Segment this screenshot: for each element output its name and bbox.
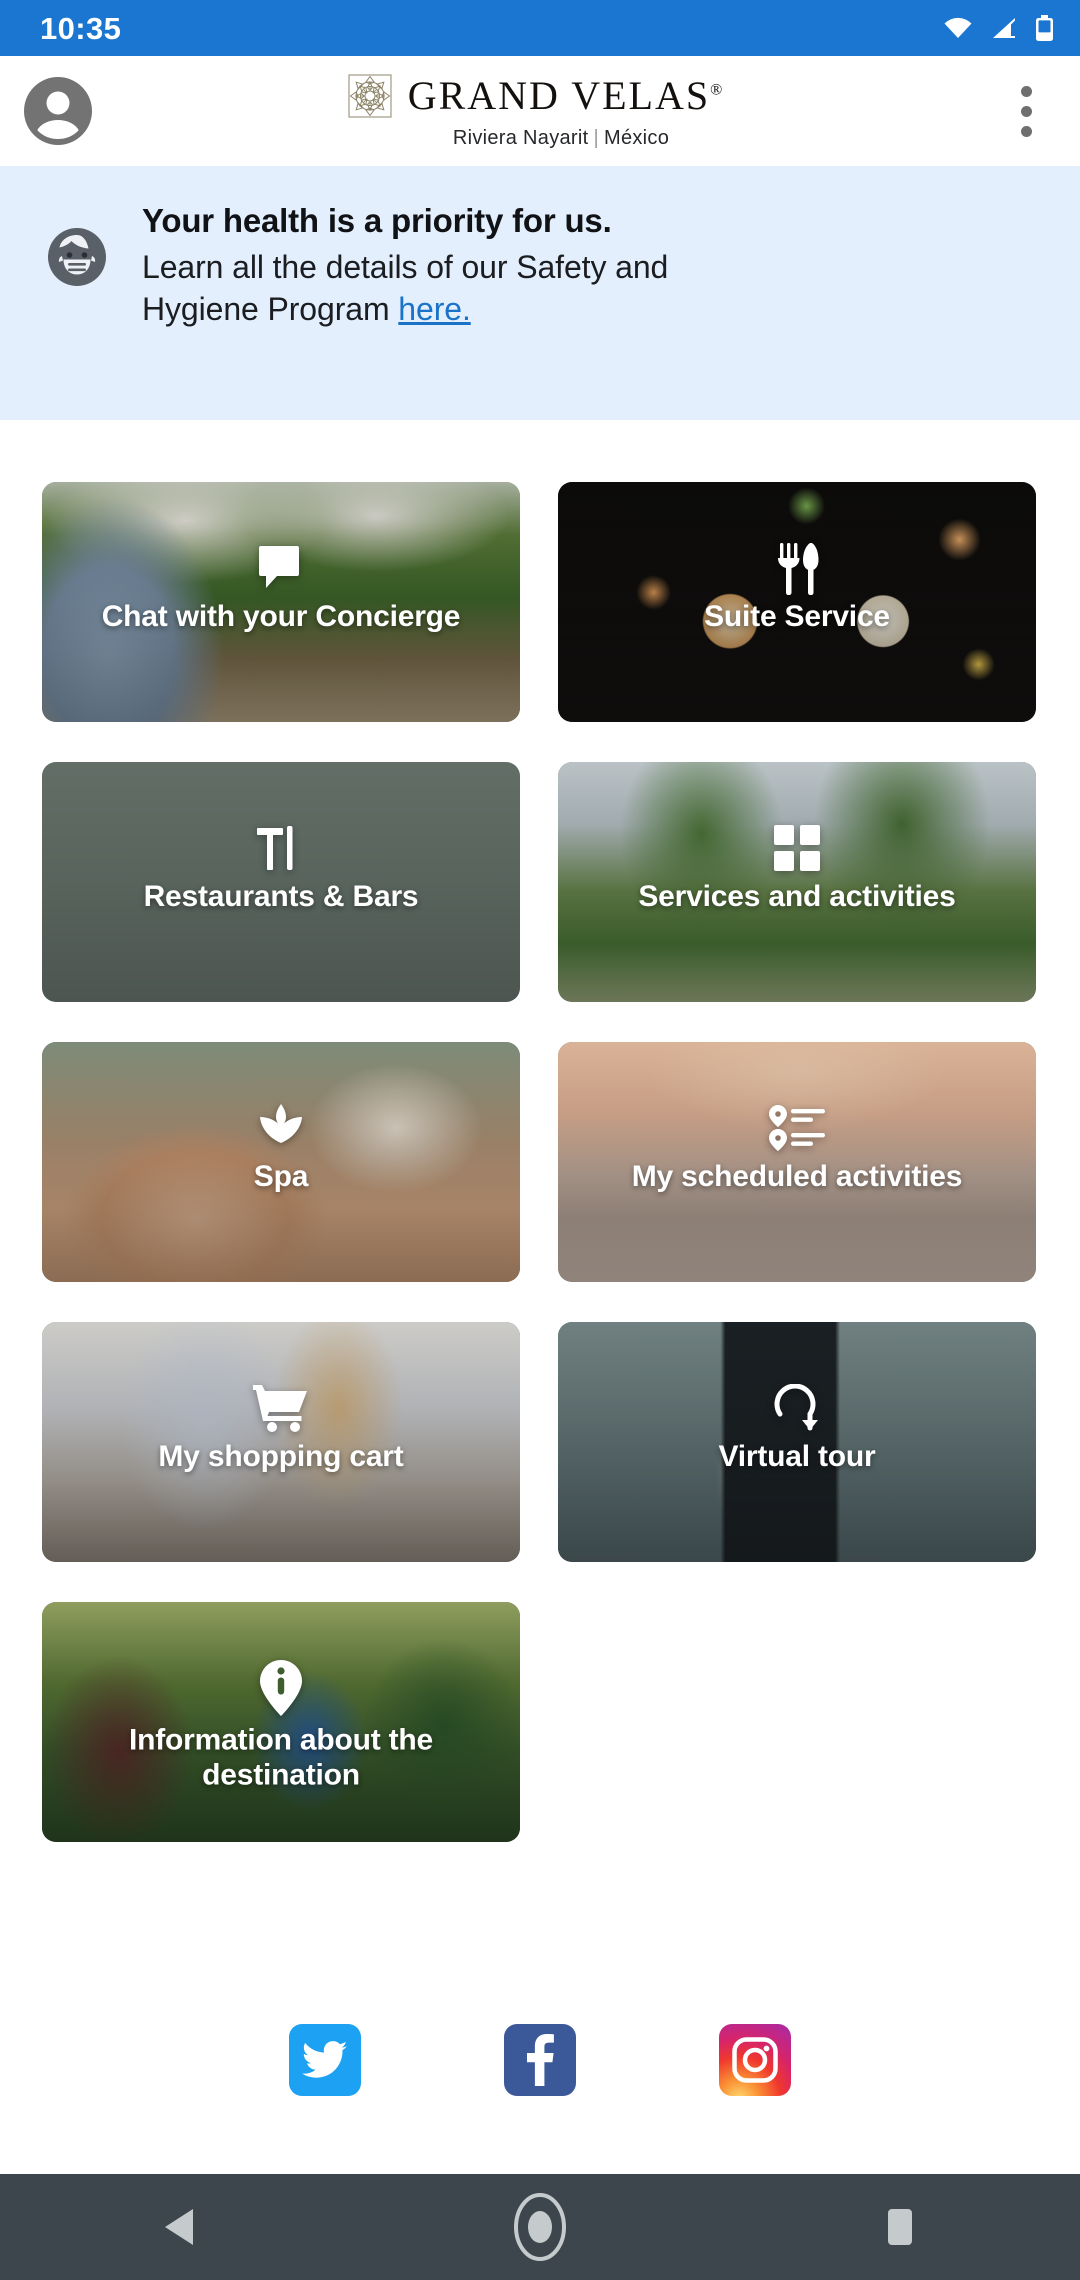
recents-square-icon xyxy=(888,2209,912,2245)
tile-label: Virtual tour xyxy=(718,1439,876,1473)
tile-suite-service[interactable]: Suite Service xyxy=(558,482,1036,722)
tile-restaurants-and-bars[interactable]: Restaurants & Bars xyxy=(42,762,520,1002)
kebab-dot xyxy=(1020,125,1032,137)
status-bar-clock: 10:35 xyxy=(40,10,122,46)
tile-label: Restaurants & Bars xyxy=(143,879,419,913)
agenda-list-icon xyxy=(769,1105,825,1151)
brand-row: GRAND VELAS® xyxy=(346,72,723,120)
brand-subtitle-divider: | xyxy=(593,127,599,149)
tile-label: My shopping cart xyxy=(158,1439,404,1473)
mandala-emblem-icon xyxy=(348,74,392,118)
battery-icon xyxy=(1036,14,1053,41)
facebook-link[interactable] xyxy=(504,2024,576,2096)
kebab-dot xyxy=(1020,85,1032,97)
twitter-icon xyxy=(302,2041,347,2078)
status-bar: 10:35 xyxy=(0,0,1080,56)
info-pin-icon xyxy=(260,1660,302,1716)
tile-overlay xyxy=(42,1602,520,1842)
health-banner-title: Your health is a priority for us. xyxy=(142,202,612,239)
tile-label: Suite Service xyxy=(704,599,890,633)
brand-subtitle: Riviera Nayarit | México xyxy=(453,127,669,150)
health-banner-body: Learn all the details of our Safety and … xyxy=(142,246,752,332)
lotus-flower-icon xyxy=(260,1104,302,1143)
social-links xyxy=(0,2000,1080,2120)
tile-label: Services and activities xyxy=(638,879,956,913)
app-bar: GRAND VELAS® Riviera Nayarit | México xyxy=(0,56,1080,166)
brand-subtitle-left: Riviera Nayarit xyxy=(452,127,589,149)
brand-name-text: GRAND VELAS xyxy=(407,73,711,118)
tile-label: My scheduled activities xyxy=(631,1159,963,1193)
wifi-icon xyxy=(944,17,972,38)
android-navigation-bar xyxy=(0,2174,1080,2280)
tile-virtual-tour[interactable]: Virtual tour xyxy=(558,1322,1036,1562)
kebab-dot xyxy=(1020,105,1032,117)
nav-home-button[interactable] xyxy=(450,2174,630,2280)
brand-registered-mark: ® xyxy=(710,81,723,99)
cellular-signal-icon xyxy=(993,18,1015,38)
health-banner-link[interactable]: here. xyxy=(398,291,471,327)
home-circle-icon xyxy=(514,2193,566,2261)
health-banner-text: Your health is a priority for us. Learn … xyxy=(142,194,752,331)
tile-my-scheduled-activities[interactable]: My scheduled activities xyxy=(558,1042,1036,1282)
facebook-icon xyxy=(527,2034,554,2086)
feature-tile-grid: Chat with your Concierge Suite Service R… xyxy=(0,420,1080,1842)
grid-four-squares-icon xyxy=(774,825,820,871)
tile-label: Spa xyxy=(253,1159,309,1193)
tile-services-and-activities[interactable]: Services and activities xyxy=(558,762,1036,1002)
tile-information-about-the-destination[interactable]: Information about the destination xyxy=(42,1602,520,1842)
twitter-link[interactable] xyxy=(289,2024,361,2096)
health-banner[interactable]: Your health is a priority for us. Learn … xyxy=(0,166,1080,420)
nav-back-button[interactable] xyxy=(90,2174,270,2280)
nav-recents-button[interactable] xyxy=(810,2174,990,2280)
status-bar-icons xyxy=(943,14,1054,42)
brand-subtitle-right: México xyxy=(604,127,670,149)
tile-my-shopping-cart[interactable]: My shopping cart xyxy=(42,1322,520,1562)
tile-label: Information about the destination xyxy=(128,1723,434,1792)
tile-chat-with-your-concierge[interactable]: Chat with your Concierge xyxy=(42,482,520,722)
more-vertical-icon[interactable] xyxy=(996,75,1056,147)
chat-bubble-icon xyxy=(259,546,299,588)
tile-spa[interactable]: Spa xyxy=(42,1042,520,1282)
dining-table-icon xyxy=(257,826,293,870)
fork-knife-icon xyxy=(778,543,819,595)
tile-label: Chat with your Concierge xyxy=(101,599,461,633)
instagram-icon xyxy=(732,2037,778,2083)
brand-logo: GRAND VELAS® Riviera Nayarit | México xyxy=(72,72,996,150)
face-with-medical-mask-icon xyxy=(48,228,106,286)
shopping-cart-icon xyxy=(253,1385,307,1432)
phone-screen: 10:35 GRAND VELAS® Riviera Nayarit | Méx… xyxy=(0,0,1080,2280)
brand-name: GRAND VELAS® xyxy=(408,76,723,116)
rotate-360-icon xyxy=(774,1384,818,1431)
back-triangle-icon xyxy=(165,2209,193,2245)
instagram-link[interactable] xyxy=(719,2024,791,2096)
